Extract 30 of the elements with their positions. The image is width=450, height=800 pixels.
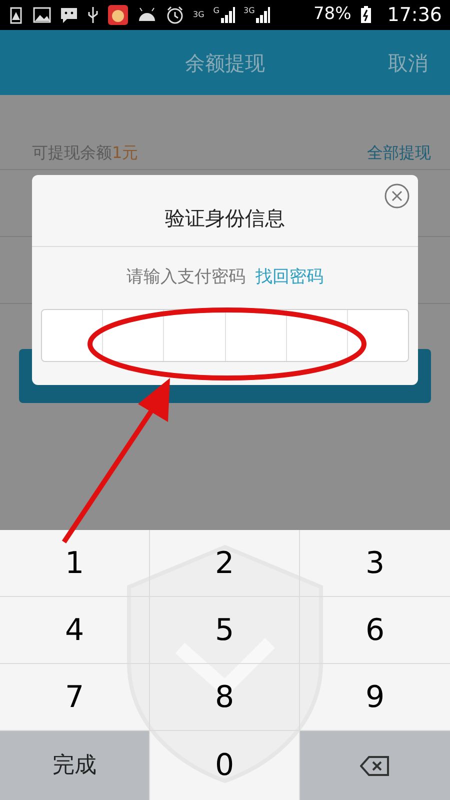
image-icon — [33, 7, 51, 23]
digit-key[interactable]: 1 — [0, 530, 150, 597]
network-label: G — [213, 7, 220, 15]
signal-icon — [220, 7, 234, 23]
battery-icon — [360, 6, 372, 24]
digit-key[interactable]: 3 — [300, 530, 450, 597]
backspace-icon — [360, 754, 390, 776]
digit-key[interactable]: 4 — [0, 597, 150, 664]
pin-field[interactable] — [41, 309, 409, 362]
android-icon — [137, 7, 157, 23]
warning-icon — [8, 6, 24, 24]
usb-icon — [87, 6, 99, 24]
battery-percent: 78% — [313, 3, 352, 26]
signal-icon — [256, 7, 270, 23]
digit-key[interactable]: 8 — [150, 664, 300, 731]
digit-key[interactable]: 5 — [150, 597, 300, 664]
dialog-title: 验证身份信息 — [165, 204, 285, 232]
digit-key[interactable]: 2 — [150, 530, 300, 597]
close-icon[interactable] — [384, 183, 410, 209]
header-title: 余额提现 — [185, 50, 265, 76]
clock-time: 17:36 — [387, 2, 442, 28]
network-label: 3G — [193, 11, 204, 19]
network-label: 3G — [244, 7, 255, 15]
prompt-text: 请输入支付密码 — [126, 266, 246, 290]
alarm-icon — [166, 6, 184, 24]
digit-key[interactable]: 6 — [300, 597, 450, 664]
app-icon — [108, 5, 128, 25]
shield-icon — [125, 543, 325, 783]
message-icon — [60, 6, 78, 24]
done-key[interactable]: 完成 — [0, 731, 150, 800]
